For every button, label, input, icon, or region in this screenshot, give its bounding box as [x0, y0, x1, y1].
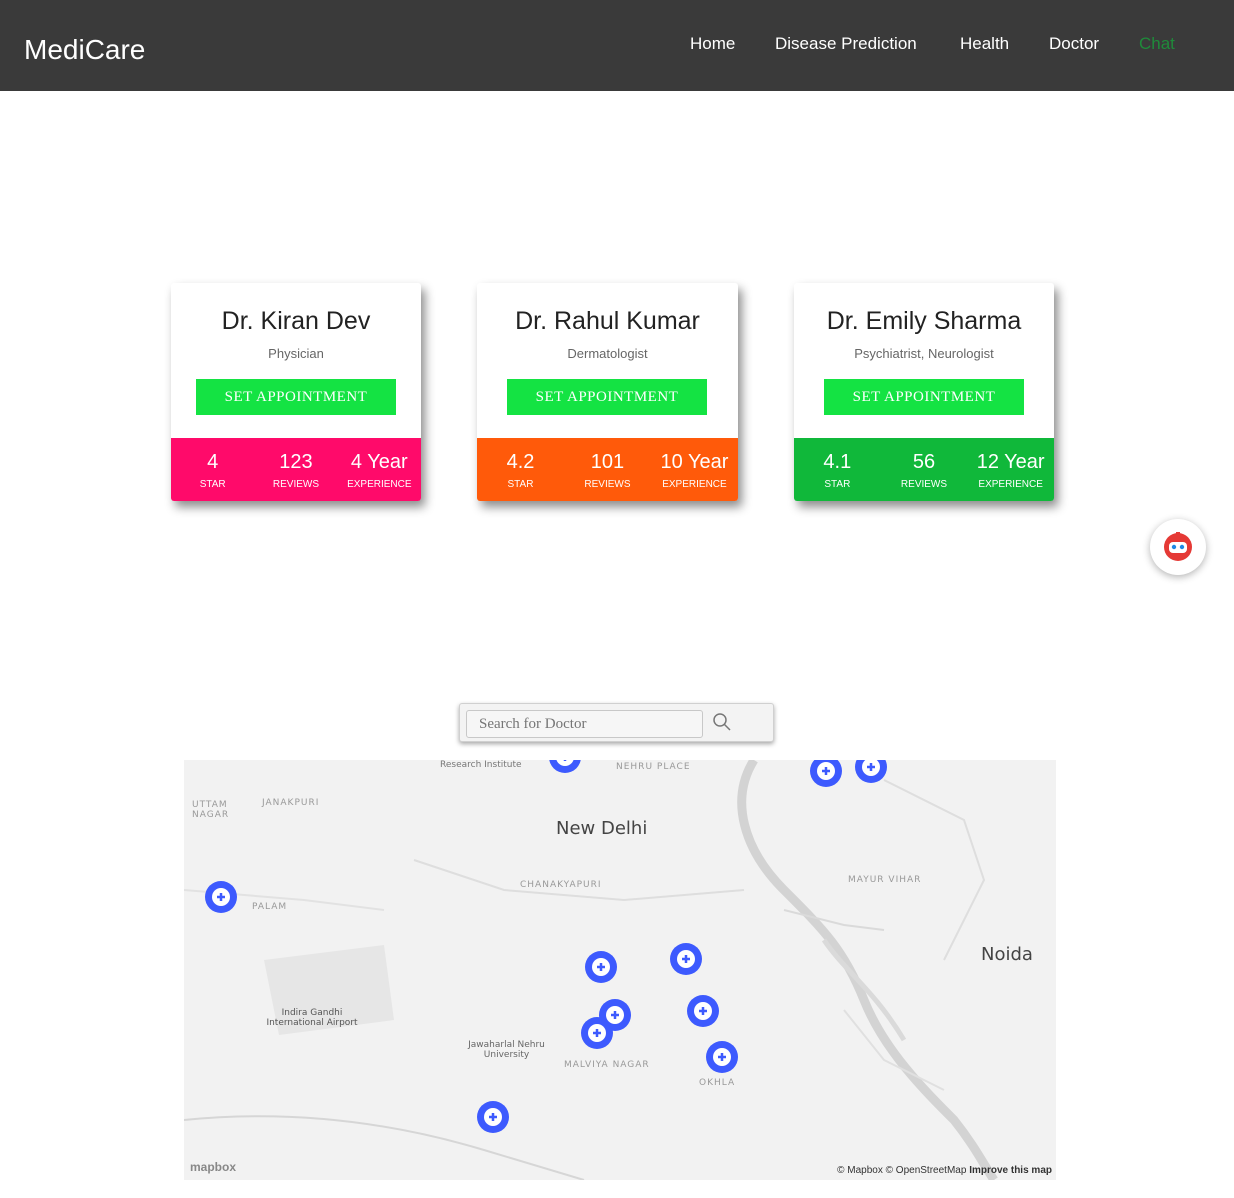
map-pin-icon [670, 943, 702, 975]
nav-doctor[interactable]: Doctor [1049, 34, 1099, 54]
clinic-marker[interactable] [669, 942, 703, 981]
clinic-marker[interactable] [809, 760, 843, 793]
clinic-marker[interactable] [705, 1040, 739, 1079]
stat-star: 4.1 STAR [794, 438, 881, 490]
map-label-research: Research Institute [440, 760, 522, 770]
map-label-palam: PALAM [252, 902, 288, 912]
map-label-noida: Noida [981, 944, 1033, 965]
doctor-specialty: Psychiatrist, Neurologist [854, 346, 994, 361]
stat-reviews: 56 REVIEWS [881, 438, 968, 490]
map-label-nehru-place: NEHRU PLACE [616, 762, 691, 772]
search-input[interactable] [466, 710, 703, 738]
map-pin-icon [855, 760, 887, 783]
attribution-mapbox[interactable]: © Mapbox [837, 1165, 883, 1176]
stat-label: EXPERIENCE [978, 479, 1043, 490]
brand-logo[interactable]: MediCare [24, 34, 145, 66]
stat-value: 4.2 [506, 451, 535, 473]
stat-experience: 4 Year EXPERIENCE [338, 438, 421, 490]
stat-value: 4 Year [350, 451, 408, 473]
search-icon[interactable] [712, 712, 732, 732]
doctor-map[interactable]: New Delhi Noida Indira Gandhi Internatio… [184, 760, 1056, 1180]
map-attribution: © Mapbox © OpenStreetMap Improve this ma… [837, 1165, 1052, 1176]
set-appointment-button[interactable]: SET APPOINTMENT [196, 379, 396, 415]
stat-label: REVIEWS [900, 479, 948, 490]
stat-label: EXPERIENCE [662, 479, 727, 490]
map-label-malviya: MALVIYA NAGAR [564, 1060, 650, 1070]
map-label-mayur: MAYUR VIHAR [848, 875, 922, 885]
stat-value: 4 [207, 451, 219, 473]
map-pin-icon [706, 1041, 738, 1073]
map-label-janakpuri: JANAKPURI [262, 798, 320, 808]
set-appointment-button[interactable]: SET APPOINTMENT [507, 379, 707, 415]
stat-value: 10 Year [660, 451, 729, 473]
clinic-marker[interactable] [854, 760, 888, 789]
doctor-name: Dr. Rahul Kumar [515, 307, 700, 335]
doctor-stats: 4.2 STAR 101 REVIEWS 10 Year EXPERIENCE [477, 438, 738, 501]
mapbox-logo[interactable]: mapbox [190, 1160, 236, 1174]
robot-icon [1164, 532, 1192, 561]
chatbot-button[interactable] [1150, 519, 1206, 575]
stat-star: 4.2 STAR [477, 438, 564, 490]
stat-star: 4 STAR [171, 438, 254, 490]
stat-experience: 12 Year EXPERIENCE [967, 438, 1054, 490]
map-pin-icon [687, 995, 719, 1027]
map-pin-icon [477, 1101, 509, 1133]
clinic-marker[interactable] [584, 950, 618, 989]
navbar: MediCare Home Disease Prediction Health … [0, 0, 1234, 91]
stat-label: STAR [824, 479, 851, 490]
doctor-specialty: Physician [268, 346, 324, 361]
doctor-name: Dr. Emily Sharma [826, 307, 1022, 335]
stat-reviews: 123 REVIEWS [254, 438, 337, 490]
clinic-marker[interactable] [548, 760, 582, 779]
doctor-name: Dr. Kiran Dev [221, 307, 371, 335]
map-pin-icon [585, 951, 617, 983]
stat-label: EXPERIENCE [347, 479, 412, 490]
clinic-marker[interactable] [476, 1100, 510, 1139]
nav-chat[interactable]: Chat [1139, 34, 1175, 54]
clinic-marker[interactable] [686, 994, 720, 1033]
map-label-airport: Indira Gandhi International Airport [266, 1008, 358, 1028]
clinic-marker[interactable] [204, 880, 238, 919]
clinic-marker[interactable] [580, 1016, 614, 1055]
doctor-card: Dr. Rahul Kumar Dermatologist SET APPOIN… [477, 283, 738, 501]
set-appointment-button[interactable]: SET APPOINTMENT [824, 379, 1024, 415]
map-label-uttam-nagar: UTTAM NAGAR [192, 800, 230, 820]
map-label-new-delhi: New Delhi [556, 818, 648, 839]
map-pin-icon [810, 760, 842, 787]
doctor-stats: 4.1 STAR 56 REVIEWS 12 Year EXPERIENCE [794, 438, 1054, 501]
stat-value: 12 Year [976, 451, 1045, 473]
stat-value: 4.1 [823, 451, 852, 473]
nav-home[interactable]: Home [690, 34, 735, 54]
stat-experience: 10 Year EXPERIENCE [651, 438, 738, 490]
stat-reviews: 101 REVIEWS [564, 438, 651, 490]
map-pin-icon [205, 881, 237, 913]
doctor-card: Dr. Emily Sharma Psychiatrist, Neurologi… [794, 283, 1054, 501]
doctor-stats: 4 STAR 123 REVIEWS 4 Year EXPERIENCE [171, 438, 421, 501]
stat-value: 56 [912, 451, 936, 473]
attribution-osm[interactable]: © OpenStreetMap [886, 1165, 967, 1176]
stat-label: STAR [507, 479, 534, 490]
map-label-jnu: Jawaharlal Nehru University [468, 1040, 545, 1060]
nav-disease-prediction[interactable]: Disease Prediction [775, 34, 917, 54]
stat-value: 101 [590, 451, 625, 473]
map-pin-icon [581, 1017, 613, 1049]
doctor-specialty: Dermatologist [567, 346, 648, 361]
stat-value: 123 [279, 451, 313, 473]
map-pin-icon [549, 760, 581, 773]
nav-health[interactable]: Health [960, 34, 1009, 54]
map-label-okhla: OKHLA [699, 1078, 736, 1088]
stat-label: STAR [199, 479, 226, 490]
doctor-search-bar [459, 703, 774, 742]
map-label-chanakyapuri: CHANAKYAPURI [520, 880, 602, 890]
stat-label: REVIEWS [584, 479, 631, 490]
stat-label: REVIEWS [272, 479, 320, 490]
improve-map-link[interactable]: Improve this map [969, 1165, 1052, 1176]
doctor-card: Dr. Kiran Dev Physician SET APPOINTMENT … [171, 283, 421, 501]
